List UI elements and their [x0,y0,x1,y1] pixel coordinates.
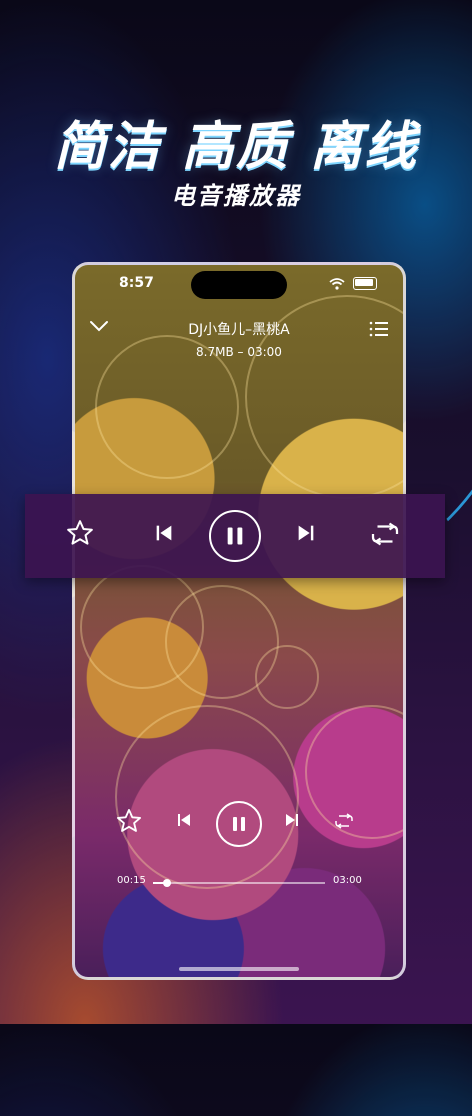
list-icon[interactable] [369,321,389,337]
previous-button[interactable] [153,522,175,544]
star-icon [67,520,93,545]
pause-button-small[interactable] [216,801,262,847]
promo-headline: 简洁 高质 离线 [53,117,419,177]
next-button-small[interactable] [283,811,301,829]
skip-previous-icon [156,525,172,541]
bubble [305,705,403,839]
home-indicator[interactable] [179,967,299,971]
bubble [115,705,299,889]
next-button[interactable] [295,522,317,544]
pause-button[interactable] [209,510,261,562]
battery-icon [353,277,377,290]
song-title: DJ小鱼儿–黑桃A [188,322,290,338]
pause-icon [227,527,243,545]
skip-next-icon [286,814,298,826]
skip-previous-icon [178,814,190,826]
status-icons [329,277,377,290]
favorite-button[interactable] [65,518,95,548]
star-icon [116,808,142,832]
repeat-button[interactable] [369,522,401,546]
progress-area: 00:15 03:00 [75,871,403,891]
dynamic-island [191,271,287,299]
phone-mockup: 8:57 DJ小鱼儿–黑桃A 8.7MB – 03:00 00:15 03:00 [72,262,406,980]
player-controls-overlay [25,494,445,578]
bubble [255,645,319,709]
status-time: 8:57 [119,275,154,291]
wifi-icon [329,277,345,290]
current-time: 00:15 [117,875,146,886]
progress-knob[interactable] [162,879,171,887]
favorite-button-small[interactable] [115,807,143,835]
total-time: 03:00 [333,875,362,886]
previous-button-small[interactable] [175,811,193,829]
promo-subtitle: 电音播放器 [171,182,301,210]
repeat-icon [371,522,399,546]
repeat-icon [335,813,353,829]
pause-icon [233,817,245,831]
skip-next-icon [298,525,314,541]
progress-slider[interactable] [153,879,325,887]
repeat-button-small[interactable] [334,813,354,829]
song-meta: 8.7MB – 03:00 [196,345,282,359]
